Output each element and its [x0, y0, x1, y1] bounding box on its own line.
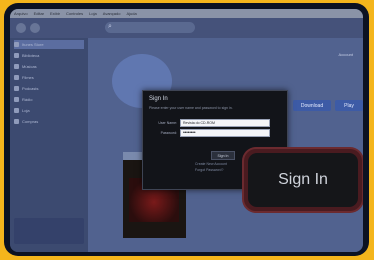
username-label: User Name:	[158, 121, 177, 125]
password-row: Password: ••••••••	[149, 129, 270, 137]
sidebar-item-label: Biblioteca	[22, 53, 40, 58]
music-icon	[14, 64, 19, 69]
store-icon	[14, 42, 19, 47]
sidebar: Itunes Store Biblioteca Músicas Filmes P…	[10, 38, 88, 252]
sidebar-item-shop[interactable]: Loja	[14, 106, 84, 115]
back-button[interactable]	[16, 23, 26, 33]
purchases-icon	[14, 119, 19, 124]
library-icon	[14, 53, 19, 58]
zoomed-sign-in-button[interactable]: Sign In	[248, 153, 358, 207]
sidebar-item-podcasts[interactable]: Podcasts	[14, 84, 84, 93]
monitor-frame: Arquivo Editar Exibir Controles Loja Ava…	[4, 3, 369, 256]
podcast-icon	[14, 86, 19, 91]
shop-icon	[14, 108, 19, 113]
menu-item[interactable]: Loja	[89, 11, 97, 16]
play-button[interactable]: Play	[335, 100, 363, 111]
artwork-panel	[14, 218, 84, 244]
dialog-description: Please enter your user name and password…	[149, 106, 233, 110]
menu-item[interactable]: Editar	[34, 11, 44, 16]
menu-item[interactable]: Controles	[66, 11, 83, 16]
sidebar-item-store[interactable]: Itunes Store	[14, 40, 84, 49]
sidebar-item-label: Podcasts	[22, 86, 39, 91]
movie-icon	[14, 75, 19, 80]
username-row: User Name: Revista do CD-ROM	[149, 119, 270, 127]
zoomed-sign-in-callout: Sign In	[244, 149, 362, 211]
sidebar-item-music[interactable]: Músicas	[14, 62, 84, 71]
sidebar-item-label: Filmes	[22, 75, 34, 80]
sidebar-item-label: Compras	[22, 119, 39, 124]
sidebar-item-label: Loja	[22, 108, 30, 113]
sidebar-item-label: Itunes Store	[22, 42, 44, 47]
sign-in-button[interactable]: Sign In	[211, 151, 235, 160]
password-label: Password:	[160, 131, 177, 135]
create-account-link[interactable]: Create New Account	[195, 162, 227, 166]
sidebar-item-label: Músicas	[22, 64, 37, 69]
menu-item[interactable]: Avançado	[103, 11, 121, 16]
sidebar-item-movies[interactable]: Filmes	[14, 73, 84, 82]
password-field[interactable]: ••••••••	[180, 129, 270, 137]
toolbar: ⌕	[10, 18, 363, 38]
sidebar-item-radio[interactable]: Rádio	[14, 95, 84, 104]
forgot-password-link[interactable]: Forgot Password?	[195, 168, 223, 172]
sidebar-item-label: Rádio	[22, 97, 33, 102]
sidebar-item-purchases[interactable]: Compras	[14, 117, 84, 126]
menu-item[interactable]: Ajuda	[126, 11, 136, 16]
menu-item[interactable]: Exibir	[50, 11, 60, 16]
forward-button[interactable]	[30, 23, 40, 33]
zoomed-sign-in-label: Sign In	[278, 171, 328, 188]
username-field[interactable]: Revista do CD-ROM	[180, 119, 270, 127]
menu-item[interactable]: Arquivo	[14, 11, 28, 16]
sidebar-item-library[interactable]: Biblioteca	[14, 51, 84, 60]
search-icon: ⌕	[108, 23, 112, 30]
radio-icon	[14, 97, 19, 102]
download-button[interactable]: Download	[293, 100, 331, 111]
account-link[interactable]: Account	[339, 52, 353, 57]
menu-bar: Arquivo Editar Exibir Controles Loja Ava…	[10, 9, 363, 18]
app-window: Arquivo Editar Exibir Controles Loja Ava…	[10, 9, 363, 252]
dialog-title: Sign In	[149, 96, 168, 102]
search-input[interactable]	[105, 22, 195, 33]
